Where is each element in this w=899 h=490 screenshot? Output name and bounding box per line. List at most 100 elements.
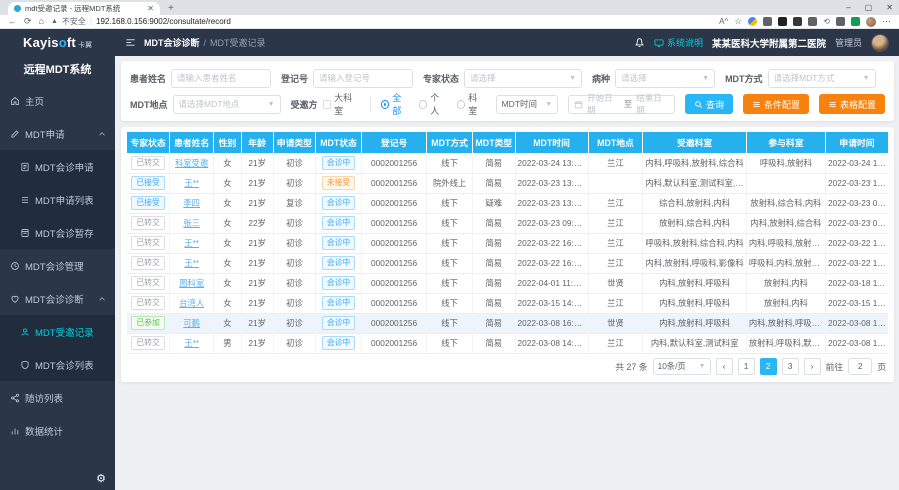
hospital-name: 某某医科大学附属第二医院: [712, 36, 826, 50]
time-field-select[interactable]: MDT时间▼: [496, 95, 559, 114]
table-row[interactable]: 已转交图科室女21岁初诊会诊中0002001256线下简易2022-04-01 …: [127, 273, 888, 293]
table-row[interactable]: 已转交王**男21岁初诊会诊中0002001256线下简易2022-03-08 …: [127, 333, 888, 353]
patient-name-link[interactable]: 可鹅: [183, 318, 200, 328]
table-row[interactable]: 已转交王**女21岁初诊会诊中0002001256线下简易2022-03-22 …: [127, 253, 888, 273]
chevron-up-icon: [97, 129, 107, 139]
home-icon[interactable]: ⌂: [39, 17, 44, 26]
condition-config-button[interactable]: 条件配置: [743, 94, 809, 114]
cell-gender: 女: [214, 213, 241, 233]
sidebar-collapse-icon[interactable]: [125, 37, 136, 48]
mdt-mode-select[interactable]: 请选择MDT方式▼: [768, 69, 876, 88]
scope-radio-科室[interactable]: 科室: [457, 91, 486, 117]
patient-name-link[interactable]: 科室受邀: [175, 158, 208, 168]
sidebar-item-MDT会诊暂存[interactable]: MDT会诊暂存: [0, 216, 115, 249]
cell-patient-name: 王**: [170, 253, 214, 273]
settings-gear-icon[interactable]: ⚙: [96, 472, 106, 485]
cell-patient-name: 图科室: [170, 273, 214, 293]
sidebar-item-主页[interactable]: 主页: [0, 84, 115, 117]
translate-icon[interactable]: ⟲: [823, 18, 830, 26]
mdt-status-badge: 会诊中: [322, 256, 355, 270]
sliders-icon: [828, 100, 837, 109]
mdt-status-badge: 会诊中: [322, 336, 355, 350]
expert-status-select[interactable]: 请选择▼: [464, 69, 582, 88]
patient-name-link[interactable]: 王**: [184, 258, 199, 268]
page-button-1[interactable]: 1: [738, 358, 755, 375]
table-row[interactable]: 已接受李四女21岁复诊会诊中0002001256线下疑难2022-03-23 1…: [127, 193, 888, 213]
big-dept-checkbox[interactable]: 大科室: [323, 91, 360, 117]
window-restore-button[interactable]: ▢: [865, 3, 873, 12]
next-page-button[interactable]: ›: [804, 358, 821, 375]
scope-radio-全部[interactable]: 全部: [381, 91, 410, 117]
sidebar-item-MDT申请列表[interactable]: MDT申请列表: [0, 183, 115, 216]
font-size-icon[interactable]: A^: [719, 18, 728, 26]
register-no-input[interactable]: [313, 69, 413, 88]
date-range-input[interactable]: 开始日期 至 结束日期: [568, 95, 675, 114]
table-config-button[interactable]: 表格配置: [819, 94, 885, 114]
patient-name-link[interactable]: 张三: [183, 218, 200, 228]
mdt-place-select[interactable]: 请选择MDT地点▼: [173, 95, 281, 114]
sidebar-item-MDT会诊列表[interactable]: MDT会诊列表: [0, 348, 115, 381]
extension-icon[interactable]: [808, 17, 817, 26]
cell-mdt-time: 2022-03-23 13:00:00: [515, 193, 588, 213]
back-icon[interactable]: ←: [8, 17, 17, 26]
cell-mdt-place: 世贤: [588, 273, 643, 293]
patient-name-link[interactable]: 王**: [184, 238, 199, 248]
prev-page-button[interactable]: ‹: [716, 358, 733, 375]
sidebar-item-MDT会诊管理[interactable]: MDT会诊管理: [0, 249, 115, 282]
cell-join-depts: 呼吸科,放射科: [746, 153, 825, 173]
refresh-icon[interactable]: ⟳: [24, 17, 32, 26]
table-row[interactable]: 已接受王**女21岁初诊未接受0002001256院外线上简易2022-03-2…: [127, 173, 888, 193]
table-row[interactable]: 已转交台湾人女21岁初诊会诊中0002001256线下简易2022-03-15 …: [127, 293, 888, 313]
page-button-2[interactable]: 2: [760, 358, 777, 375]
url-field[interactable]: ▲ 不安全 | 192.168.0.156:9002/consultate/re…: [51, 16, 231, 27]
browser-tab[interactable]: mdt受邀记录 - 远程MDT系统 ✕: [8, 2, 160, 15]
cell-patient-name: 台湾人: [170, 293, 214, 313]
expert-status-badge: 已转交: [131, 256, 164, 270]
bookmark-star-icon[interactable]: ☆: [734, 17, 742, 26]
sidebar-item-数据统计[interactable]: 数据统计: [0, 414, 115, 447]
system-note-link[interactable]: 系统说明: [654, 36, 703, 49]
split-screen-icon[interactable]: [836, 17, 845, 26]
sidebar-item-MDT会诊申请[interactable]: MDT会诊申请: [0, 150, 115, 183]
page-size-select[interactable]: 10条/页▼: [653, 358, 711, 375]
extension-icon[interactable]: [793, 17, 802, 26]
user-role[interactable]: 管理员: [835, 36, 862, 49]
page-button-3[interactable]: 3: [782, 358, 799, 375]
bell-icon[interactable]: [634, 37, 645, 48]
extension-icon[interactable]: [851, 17, 860, 26]
extension-icon[interactable]: [763, 17, 772, 26]
patient-name-link[interactable]: 台湾人: [179, 298, 204, 308]
browser-menu-icon[interactable]: ⋯: [882, 16, 891, 27]
window-minimize-button[interactable]: –: [846, 3, 850, 12]
patient-name-link[interactable]: 图科室: [179, 278, 204, 288]
patient-name-link[interactable]: 李四: [183, 198, 200, 208]
scope-radio-个人[interactable]: 个人: [419, 91, 448, 117]
cell-mdt-mode: 线下: [427, 213, 473, 233]
sidebar-item-label: MDT会诊诊断: [25, 292, 84, 306]
breadcrumb: MDT会诊诊断 / MDT受邀记录: [144, 36, 266, 49]
tab-close-icon[interactable]: ✕: [147, 4, 154, 13]
sidebar-item-MDT会诊诊断[interactable]: MDT会诊诊断: [0, 282, 115, 315]
user-avatar[interactable]: [871, 34, 889, 52]
goto-page-input[interactable]: [848, 358, 872, 375]
window-close-button[interactable]: ✕: [886, 3, 893, 12]
extension-icon[interactable]: [778, 17, 787, 26]
breadcrumb-parent[interactable]: MDT会诊诊断: [144, 36, 200, 49]
table-row[interactable]: 已转交王**女21岁初诊会诊中0002001256线下简易2022-03-22 …: [127, 233, 888, 253]
search-button[interactable]: 查询: [685, 94, 733, 114]
sidebar-item-MDT受邀记录[interactable]: MDT受邀记录: [0, 315, 115, 348]
table-row[interactable]: 已转交张三女22岁初诊会诊中0002001256线下简易2022-03-23 0…: [127, 213, 888, 233]
new-tab-button[interactable]: +: [168, 2, 174, 15]
extension-icon[interactable]: [748, 17, 757, 26]
sidebar-item-MDT申请[interactable]: MDT申请: [0, 117, 115, 150]
patient-name-link[interactable]: 王**: [184, 338, 199, 348]
cell-mdt-mode: 线下: [427, 333, 473, 353]
disease-select[interactable]: 请选择▼: [615, 69, 715, 88]
table-row[interactable]: 已转交科室受邀女21岁初诊会诊中0002001256线下简易2022-03-24…: [127, 153, 888, 173]
table-row[interactable]: 已参加可鹅女21岁初诊会诊中0002001256线下简易2022-03-08 1…: [127, 313, 888, 333]
patient-name-input[interactable]: [171, 69, 271, 88]
browser-profile-icon[interactable]: [866, 17, 876, 27]
patient-name-link[interactable]: 王**: [184, 178, 199, 188]
cell-invited-depts: 放射科,综合科,内科: [643, 213, 746, 233]
sidebar-item-随访列表[interactable]: 随访列表: [0, 381, 115, 414]
